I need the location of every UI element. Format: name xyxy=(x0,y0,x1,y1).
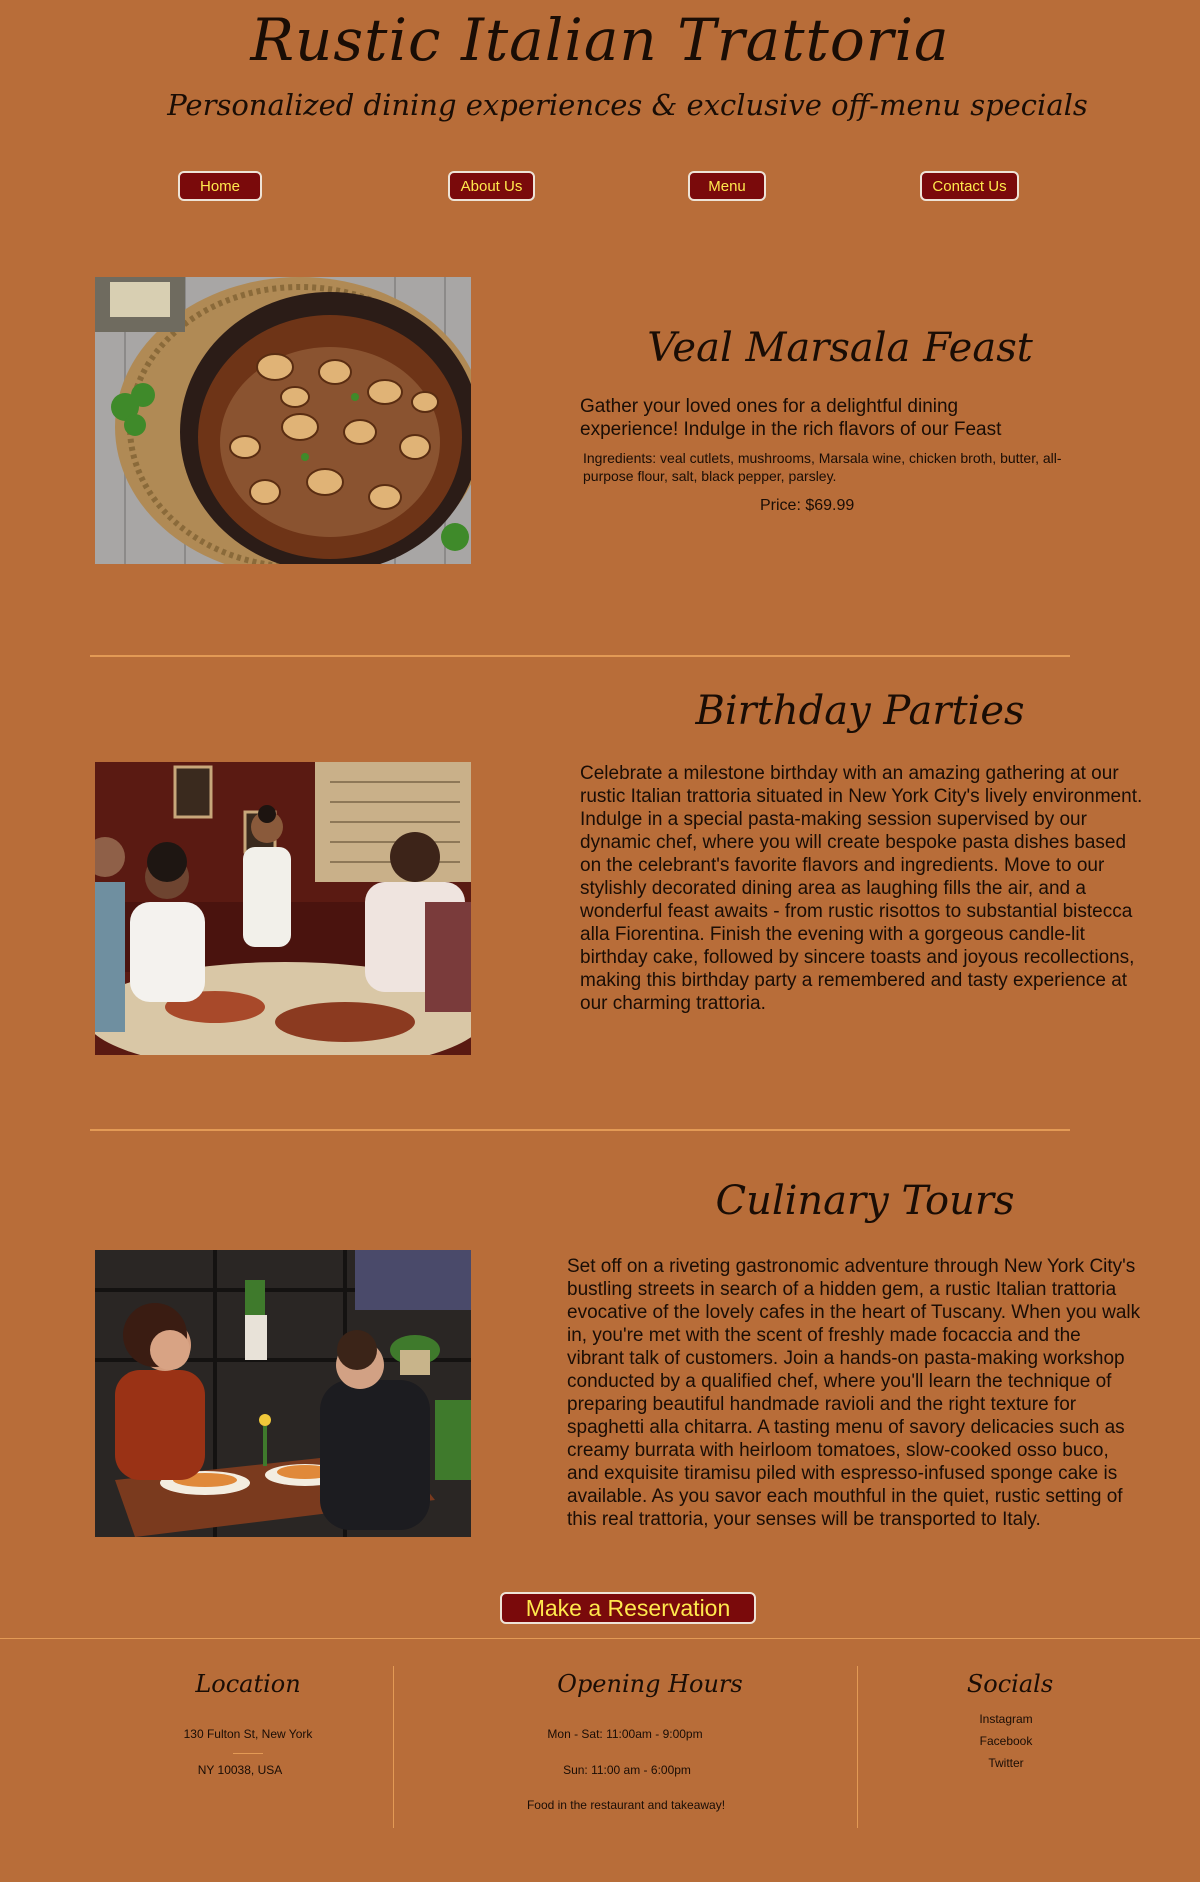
facebook-link[interactable]: Facebook xyxy=(956,1734,1056,1748)
location-address-line2: NY 10038, USA xyxy=(197,1763,283,1777)
hours-sunday: Sun: 11:00 am - 6:00pm xyxy=(563,1763,691,1777)
veal-marsala-image xyxy=(95,277,471,564)
instagram-link[interactable]: Instagram xyxy=(956,1712,1056,1726)
birthday-parties-description: Celebrate a milestone birthday with an a… xyxy=(580,763,1143,1014)
site-subtitle: Personalized dining experiences & exclus… xyxy=(167,88,1088,122)
nav-menu-button[interactable]: Menu xyxy=(688,171,766,201)
hours-note: Food in the restaurant and takeaway! xyxy=(526,1798,726,1812)
site-title: Rustic Italian Trattoria xyxy=(250,6,950,74)
veal-marsala-title: Veal Marsala Feast xyxy=(647,325,1033,371)
location-title: Location xyxy=(195,1670,301,1698)
culinary-tours-title: Culinary Tours xyxy=(715,1178,1015,1224)
hours-weekdays: Mon - Sat: 11:00am - 9:00pm xyxy=(547,1727,703,1741)
make-reservation-button[interactable]: Make a Reservation xyxy=(500,1592,756,1624)
birthday-party-image xyxy=(95,762,471,1055)
section-divider xyxy=(90,1129,1070,1131)
footer-column-divider xyxy=(393,1666,394,1828)
twitter-link[interactable]: Twitter xyxy=(956,1756,1056,1770)
section-divider xyxy=(90,655,1070,657)
culinary-tours-image xyxy=(95,1250,471,1537)
footer-divider xyxy=(0,1638,1200,1639)
veal-marsala-price: Price: $69.99 xyxy=(760,497,855,514)
nav-contact-button[interactable]: Contact Us xyxy=(920,171,1019,201)
veal-marsala-description: Gather your loved ones for a delightful … xyxy=(580,396,1002,440)
nav-home-button[interactable]: Home xyxy=(178,171,262,201)
culinary-tours-description: Set off on a riveting gastronomic advent… xyxy=(567,1256,1141,1530)
location-address-line1: 130 Fulton St, New York xyxy=(183,1727,313,1741)
location-rule xyxy=(233,1753,263,1754)
birthday-parties-title: Birthday Parties xyxy=(695,688,1025,734)
socials-title: Socials xyxy=(966,1670,1054,1698)
hours-title: Opening Hours xyxy=(557,1670,743,1698)
nav-about-button[interactable]: About Us xyxy=(448,171,535,201)
footer-column-divider xyxy=(857,1666,858,1828)
veal-marsala-ingredients: Ingredients: veal cutlets, mushrooms, Ma… xyxy=(583,450,1062,484)
